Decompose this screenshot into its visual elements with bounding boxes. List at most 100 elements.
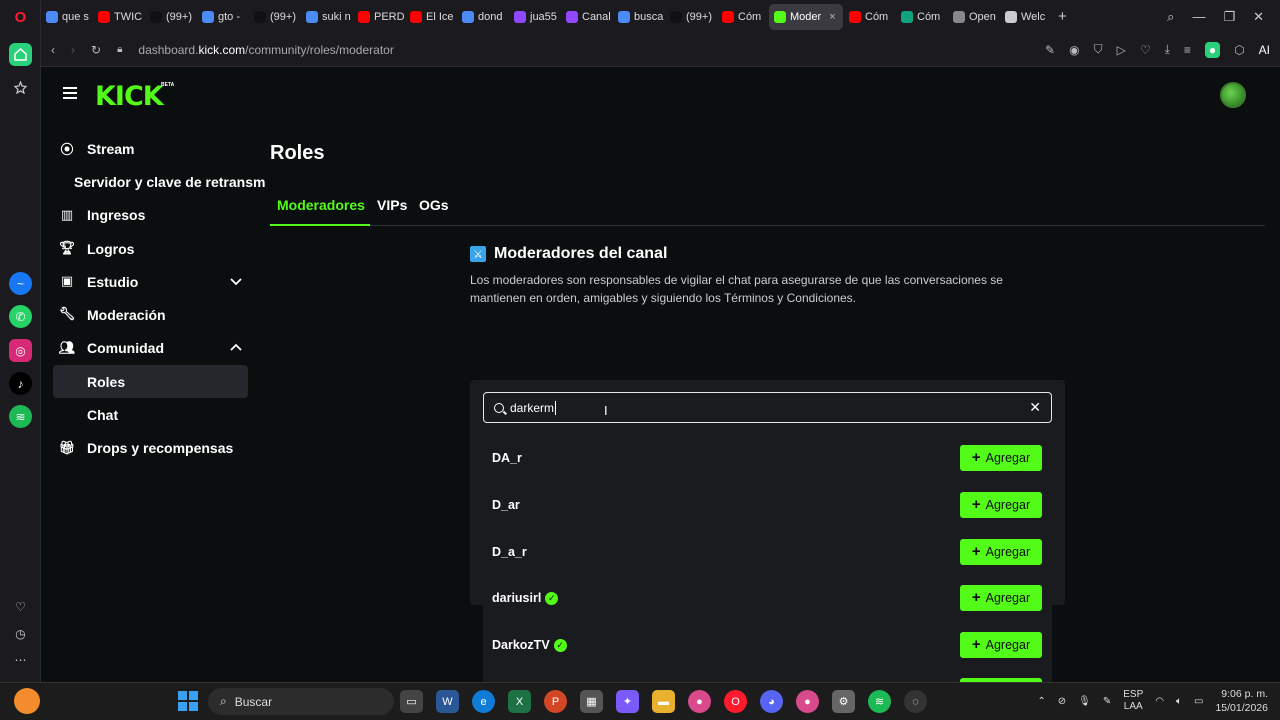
nav-income[interactable]: ▥ Ingresos: [53, 199, 248, 232]
nav-roles[interactable]: Roles: [53, 365, 248, 399]
add-moderator-button[interactable]: + Agregar: [960, 632, 1042, 658]
nav-chat[interactable]: Chat: [53, 398, 248, 431]
shield-icon[interactable]: ⛉: [1094, 42, 1103, 57]
microphone-icon[interactable]: 🎙︎: [1078, 696, 1091, 707]
add-moderator-button[interactable]: + Agregar: [960, 539, 1042, 565]
nav-community[interactable]: 👥︎ Comunidad: [53, 332, 248, 365]
opera-icon[interactable]: O: [724, 690, 747, 713]
nav-achievements[interactable]: 🏆︎ Logros: [53, 232, 248, 265]
app-icon[interactable]: ◌: [904, 690, 927, 713]
user-avatar[interactable]: [1220, 82, 1246, 108]
volume-icon[interactable]: 🔈︎: [1176, 696, 1182, 707]
taskbar-search[interactable]: ⌕ Buscar: [208, 688, 394, 715]
home-icon[interactable]: [9, 43, 32, 66]
forward-icon[interactable]: ›: [71, 43, 75, 57]
browser-tab[interactable]: TWIC: [93, 4, 144, 30]
store-icon[interactable]: ▦: [580, 690, 603, 713]
nav-studio[interactable]: ▣ Estudio: [53, 265, 248, 298]
word-icon[interactable]: W: [436, 690, 459, 713]
browser-tab[interactable]: El Ice: [405, 4, 456, 30]
browser-tab[interactable]: busca: [613, 4, 664, 30]
nav-drops[interactable]: 🎁︎ Drops y recompensas: [53, 432, 248, 465]
back-icon[interactable]: ‹: [51, 43, 55, 57]
whatsapp-icon[interactable]: ✆: [9, 305, 32, 328]
menu-icon[interactable]: ≡: [1184, 43, 1191, 57]
wifi-icon[interactable]: ◠: [1155, 696, 1164, 707]
instagram-icon[interactable]: ◎: [9, 339, 32, 362]
browser-tab[interactable]: Welc: [1000, 4, 1051, 30]
url-field[interactable]: dashboard.kick.com/community/roles/moder…: [138, 43, 393, 57]
new-tab-icon[interactable]: +: [1058, 8, 1067, 25]
browser-tab[interactable]: Moder ×: [769, 3, 843, 30]
browser-tab[interactable]: Open: [948, 4, 999, 30]
kick-logo[interactable]: KICK: [95, 81, 164, 112]
weather-widget-icon[interactable]: [14, 688, 40, 714]
browser-tab[interactable]: Cóm: [896, 4, 947, 30]
chevron-down-icon[interactable]: [230, 275, 242, 287]
add-moderator-button[interactable]: + Agregar: [960, 585, 1042, 611]
heart-icon[interactable]: ♡: [9, 595, 32, 618]
tiktok-icon[interactable]: ♪: [9, 372, 32, 395]
discord-icon[interactable]: ◕: [760, 690, 783, 713]
copilot-icon[interactable]: ✦: [616, 690, 639, 713]
tab-vips[interactable]: VIPs: [377, 197, 407, 213]
pen-icon[interactable]: ✎: [1103, 696, 1111, 707]
reload-icon[interactable]: ↻: [91, 43, 101, 57]
opera-logo-icon[interactable]: O: [9, 6, 32, 29]
edge-icon[interactable]: e: [472, 690, 495, 713]
download-icon[interactable]: ⤓: [1165, 42, 1170, 57]
search-input[interactable]: darkerm I ✕: [483, 392, 1052, 423]
messenger-icon[interactable]: ~: [9, 272, 32, 295]
clock[interactable]: 9:06 p. m. 15/01/2026: [1215, 687, 1268, 715]
hamburger-menu-icon[interactable]: [63, 87, 77, 99]
close-tab-icon[interactable]: ×: [829, 11, 835, 23]
camera-icon[interactable]: ◉: [1069, 43, 1079, 57]
tab-ogs[interactable]: OGs: [419, 197, 449, 213]
settings-icon[interactable]: ⚙: [832, 690, 855, 713]
browser-tab[interactable]: (99+): [665, 4, 716, 30]
app-icon[interactable]: ●: [796, 690, 819, 713]
browser-tab[interactable]: jua55: [509, 4, 560, 30]
browser-tab[interactable]: dond: [457, 4, 508, 30]
browser-tab[interactable]: suki n: [301, 4, 352, 30]
browser-tab[interactable]: Canal: [561, 4, 612, 30]
browser-tab[interactable]: Cóm: [717, 4, 768, 30]
browser-tab[interactable]: que s: [41, 4, 92, 30]
add-moderator-button[interactable]: + Agregar: [960, 492, 1042, 518]
chevron-up-icon[interactable]: ⌃: [1037, 696, 1045, 707]
clear-search-icon[interactable]: ✕: [1029, 399, 1041, 416]
edit-icon[interactable]: ✎: [1045, 43, 1055, 57]
cube-icon[interactable]: ⬡: [1234, 43, 1244, 57]
search-tabs-icon[interactable]: ⌕: [1167, 9, 1174, 25]
browser-tab[interactable]: (99+): [249, 4, 300, 30]
pinboard-icon[interactable]: [9, 76, 32, 99]
add-moderator-button[interactable]: + Agregar: [960, 445, 1042, 471]
spotify-icon[interactable]: ≋: [868, 690, 891, 713]
search-value[interactable]: darkerm: [510, 400, 557, 415]
battery-icon[interactable]: ▭: [1194, 696, 1203, 707]
browser-tab[interactable]: Cóm: [844, 4, 895, 30]
tab-moderators[interactable]: Moderadores: [277, 197, 365, 213]
close-window-icon[interactable]: ✕: [1253, 9, 1264, 25]
history-icon[interactable]: ◷: [9, 622, 32, 645]
maximize-icon[interactable]: ❐: [1223, 9, 1235, 25]
spotify-icon[interactable]: ≋: [9, 405, 32, 428]
browser-tab[interactable]: PERD: [353, 4, 404, 30]
favorite-icon[interactable]: ♡: [1140, 43, 1151, 57]
start-icon[interactable]: [178, 691, 198, 711]
play-icon[interactable]: ▷: [1117, 43, 1126, 57]
powerpoint-icon[interactable]: P: [544, 690, 567, 713]
profile-icon[interactable]: ●: [1204, 41, 1221, 58]
app-icon[interactable]: ●: [688, 690, 711, 713]
file-explorer-icon[interactable]: ▬: [652, 690, 675, 713]
excel-icon[interactable]: X: [508, 690, 531, 713]
more-icon[interactable]: ⋯: [9, 648, 32, 671]
language-indicator[interactable]: ESP LAA: [1123, 689, 1143, 713]
browser-tab[interactable]: gto -: [197, 4, 248, 30]
task-view-icon[interactable]: ▭: [400, 690, 423, 713]
chevron-up-icon[interactable]: [230, 342, 242, 354]
browser-tab[interactable]: (99+): [145, 4, 196, 30]
aria-ai-icon[interactable]: AI: [1259, 43, 1270, 57]
network-off-icon[interactable]: ⊘: [1058, 696, 1066, 707]
minimize-icon[interactable]: —: [1192, 9, 1205, 25]
